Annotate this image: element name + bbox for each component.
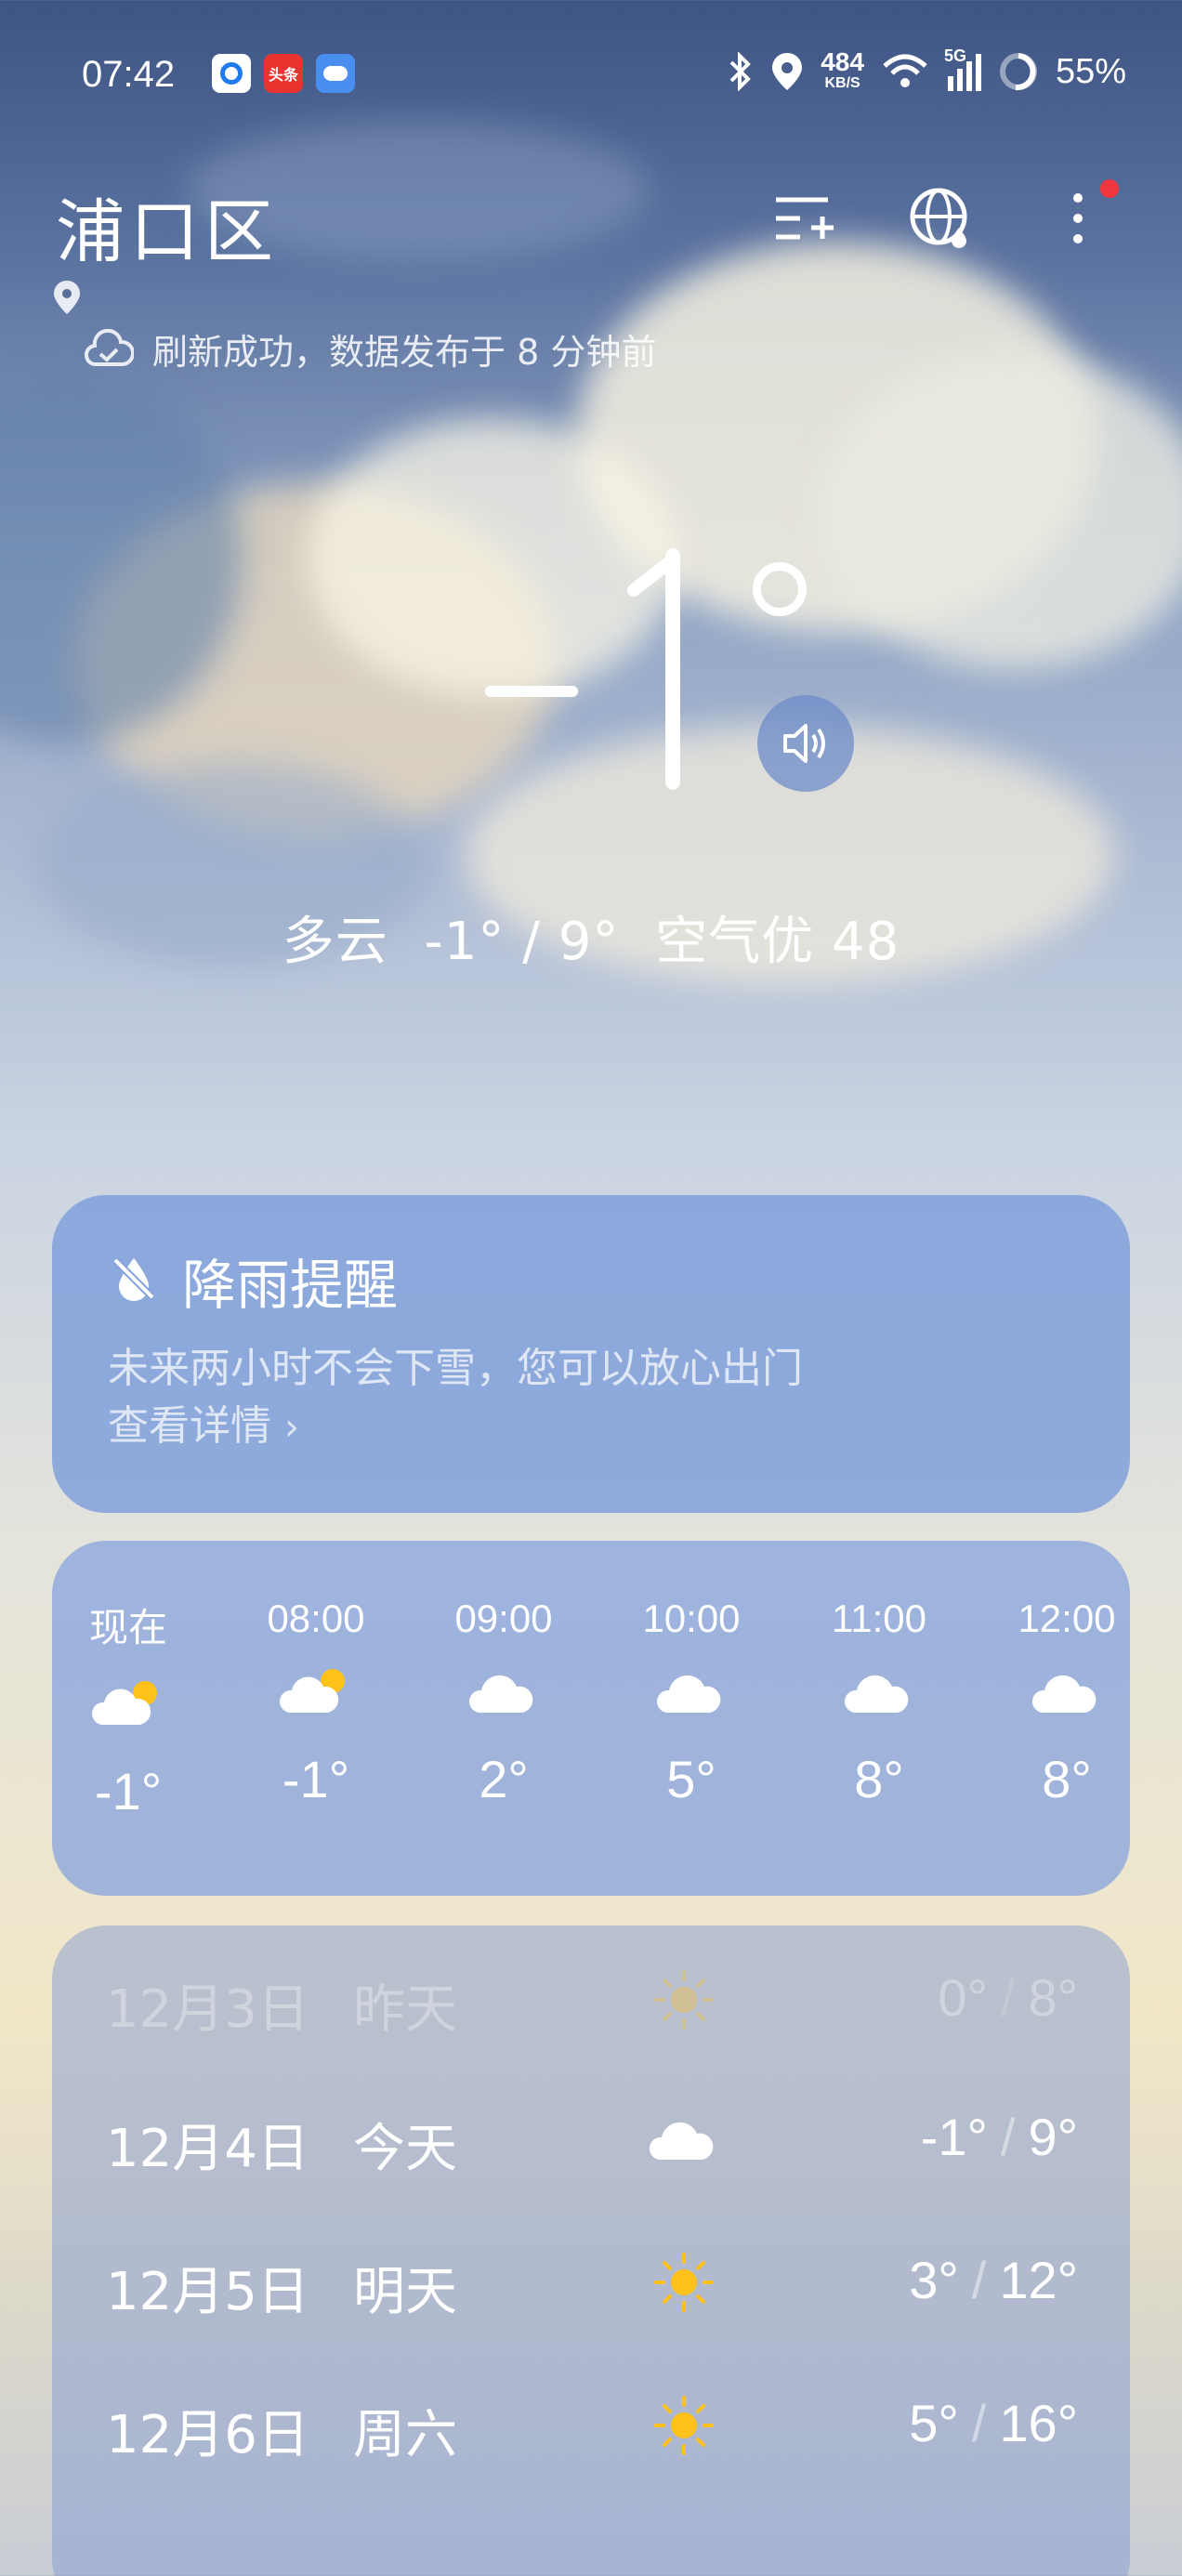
wifi-icon (883, 54, 927, 87)
speaker-button[interactable] (757, 695, 854, 792)
daily-forecast[interactable]: 12月3日 昨天 0°/8° 12月4日 今天 -1°/9° 12月5日 明天 … (52, 1925, 1130, 2576)
day-row[interactable]: 12月5日 明天 3°/12° (52, 2208, 1130, 2347)
hour-item[interactable]: 08:00 -1° (232, 1597, 400, 1809)
cloud-icon (844, 1675, 909, 1713)
hour-item[interactable]: 10:00 5° (608, 1597, 775, 1809)
hour-item[interactable]: 12:00 8° (983, 1597, 1130, 1809)
degree-symbol (753, 562, 807, 616)
minus-sign (485, 686, 578, 697)
chevron-right-icon: › (284, 1406, 299, 1449)
signal-icon: 5G (944, 46, 981, 91)
refresh-text: 刷新成功，数据发布于 8 分钟前 (152, 332, 657, 373)
day-row[interactable]: 12月4日 今天 -1°/9° (52, 2065, 1130, 2204)
location-pin-icon (54, 281, 80, 314)
weather-summary: 多云 -1° / 9° 空气优 48 (0, 900, 1182, 975)
cloud-icon (649, 2122, 714, 2160)
notification-dot (1100, 179, 1119, 198)
cloud-icon (1031, 1675, 1097, 1713)
hour-item[interactable]: 09:00 2° (420, 1597, 587, 1809)
cloud-check-icon (85, 328, 134, 366)
cloud-icon (468, 1675, 533, 1713)
battery-percent: 55% (1055, 51, 1126, 91)
globe-icon[interactable] (903, 181, 978, 256)
hour-item[interactable]: 现在 -1° (52, 1597, 212, 1821)
day-row[interactable]: 12月3日 昨天 0°/8° (52, 1925, 1130, 2065)
cloud-icon (656, 1675, 721, 1713)
view-details-link[interactable]: 查看详情 › (108, 1392, 299, 1452)
status-bar: 07:42 头条 484 KB/S 5G 55% (0, 0, 1182, 158)
refresh-status: 刷新成功，数据发布于 8 分钟前 (84, 323, 656, 375)
rain-alert-description: 未来两小时不会下雪，您可以放心出门 (108, 1345, 803, 1392)
no-rain-icon (112, 1257, 155, 1301)
network-speed: 484 KB/S (821, 47, 864, 92)
temp-range: -1° / 9° (424, 912, 620, 972)
bluetooth-icon (729, 52, 752, 91)
hourly-forecast[interactable]: 现在 -1° 08:00 -1° 09:00 2° 10:00 5° 11:00… (52, 1541, 1130, 1896)
news-app-icon: 头条 (264, 54, 303, 93)
location-icon (772, 53, 803, 90)
battery-icon (999, 53, 1037, 91)
partly-cloudy-icon (279, 1669, 345, 1713)
city-name[interactable]: 浦口区 (56, 177, 279, 276)
day-row[interactable]: 12月6日 周六 5°/16° (52, 2351, 1130, 2491)
add-city-icon[interactable] (768, 181, 842, 256)
hour-item[interactable]: 11:00 8° (795, 1597, 963, 1809)
partly-cloudy-icon (91, 1681, 157, 1725)
weather-app-icon (316, 54, 355, 93)
sun-icon (654, 1970, 714, 2030)
current-temperature (624, 548, 706, 790)
speaker-icon (783, 724, 825, 763)
sun-icon (654, 2253, 714, 2312)
sun-icon (654, 2396, 714, 2455)
rain-alert-title: 降雨提醒 (182, 1254, 399, 1317)
status-time: 07:42 (82, 54, 176, 95)
air-quality[interactable]: 空气优 48 (655, 912, 900, 972)
rain-alert-card[interactable]: 降雨提醒 未来两小时不会下雪，您可以放心出门 查看详情 › (52, 1195, 1130, 1513)
more-icon[interactable] (1043, 179, 1119, 256)
app-notification-icon (212, 54, 251, 93)
condition: 多云 (282, 912, 388, 972)
